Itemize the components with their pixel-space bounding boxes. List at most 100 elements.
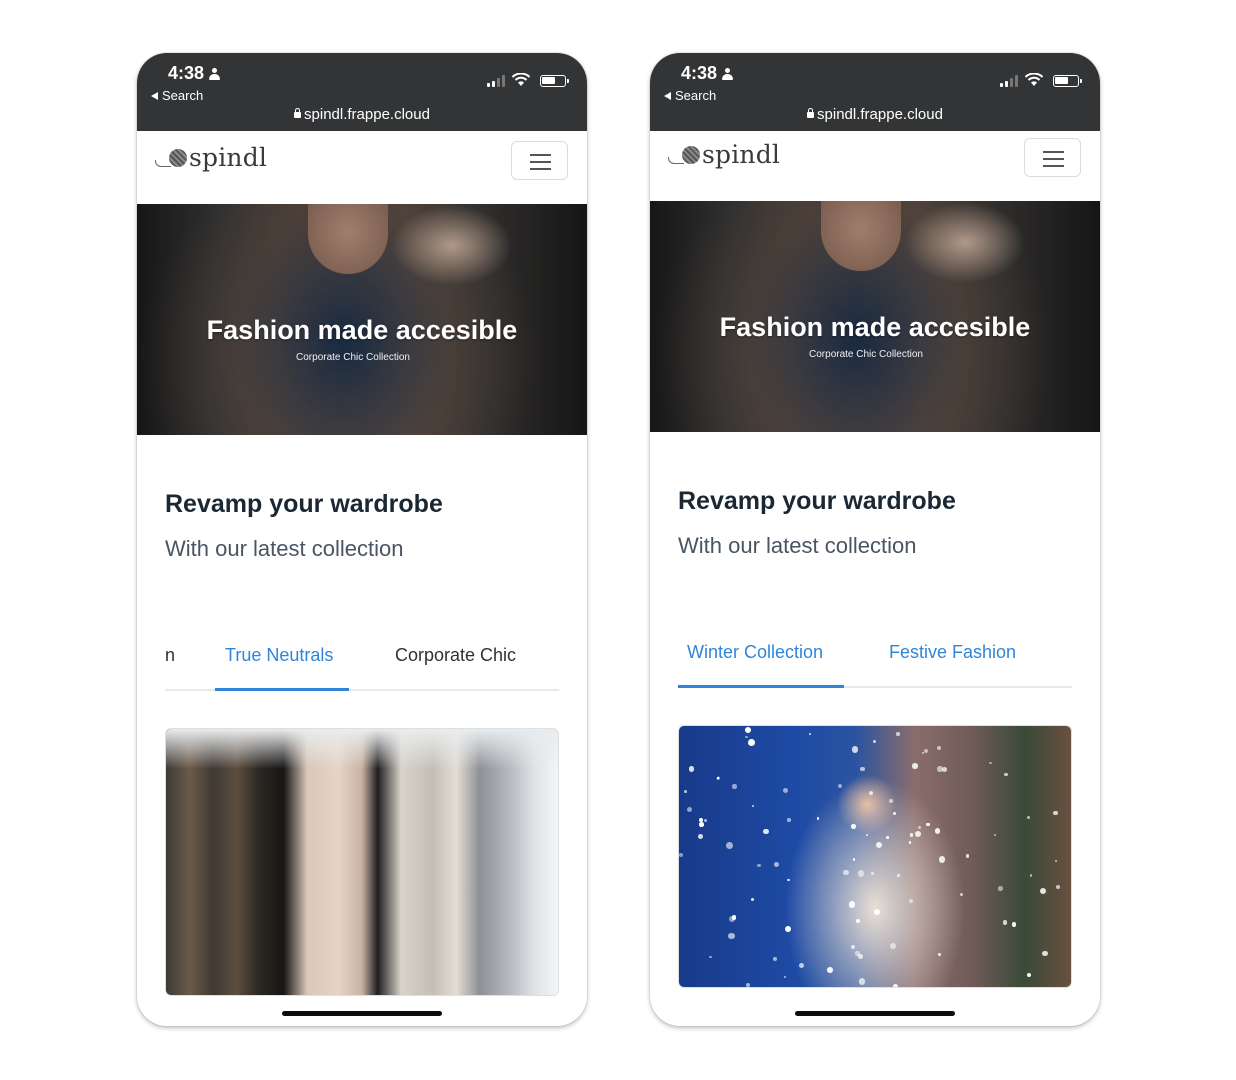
menu-toggle-button[interactable] bbox=[1024, 138, 1081, 177]
tab-corporate-chic[interactable]: Corporate Chic bbox=[395, 645, 516, 666]
snow-light-dot bbox=[855, 951, 860, 956]
snow-light-dot bbox=[757, 863, 761, 868]
snow-light-dot bbox=[1055, 884, 1060, 889]
snow-light-dot bbox=[744, 726, 751, 733]
snow-light-dot bbox=[851, 824, 856, 830]
snow-light-dot bbox=[942, 767, 948, 773]
tab-winter-collection[interactable]: Winter Collection bbox=[687, 642, 823, 663]
hero-banner: Fashion made accesible Corporate Chic Co… bbox=[137, 204, 587, 435]
status-bar: 4:38 Search spindl.frappe.cloud bbox=[137, 53, 587, 131]
snow-light-dot bbox=[872, 739, 877, 743]
address-bar[interactable]: spindl.frappe.cloud bbox=[137, 106, 587, 123]
snow-light-dot bbox=[1004, 772, 1009, 777]
snow-light-dot bbox=[908, 898, 914, 903]
snow-light-dot bbox=[1055, 860, 1058, 863]
snow-light-dot bbox=[918, 826, 921, 829]
site-logo[interactable]: spindl bbox=[668, 140, 780, 169]
snow-light-dot bbox=[921, 751, 925, 755]
snow-light-dot bbox=[857, 870, 865, 877]
snow-light-dot bbox=[697, 833, 704, 839]
home-indicator[interactable] bbox=[795, 1011, 955, 1016]
battery-icon bbox=[540, 75, 569, 87]
tab-true-neutrals[interactable]: True Neutrals bbox=[225, 645, 333, 666]
snow-light-dot bbox=[698, 817, 703, 822]
snow-light-dot bbox=[1002, 919, 1008, 925]
snow-light-dot bbox=[772, 956, 777, 962]
menu-toggle-button[interactable] bbox=[511, 141, 568, 180]
snow-light-dot bbox=[993, 833, 997, 836]
hero-title: Fashion made accesible bbox=[719, 312, 1031, 342]
snow-light-dot bbox=[889, 798, 894, 803]
snow-light-dot bbox=[908, 841, 912, 844]
hero-subtitle: Corporate Chic Collection bbox=[809, 349, 923, 360]
tab-festive-fashion[interactable]: Festive Fashion bbox=[889, 642, 1016, 663]
active-tab-indicator bbox=[215, 688, 349, 691]
snow-light-dot bbox=[679, 853, 684, 858]
snow-light-dot bbox=[816, 817, 820, 820]
snow-light-dot bbox=[745, 735, 748, 739]
collection-image-clothes-rack[interactable] bbox=[165, 728, 559, 996]
snow-light-dot bbox=[871, 872, 874, 875]
snow-light-dot bbox=[998, 886, 1003, 891]
cellular-signal-icon bbox=[1000, 75, 1018, 87]
hamburger-icon bbox=[1043, 151, 1064, 153]
snow-light-dot bbox=[988, 761, 992, 765]
snow-light-dot bbox=[855, 918, 860, 923]
snow-light-dot bbox=[896, 732, 900, 736]
snow-light-dot bbox=[937, 952, 941, 957]
section-title: Revamp your wardrobe bbox=[165, 490, 443, 518]
tab-partial[interactable]: n bbox=[165, 645, 175, 666]
snow-light-dot bbox=[860, 766, 865, 772]
hero-banner: Fashion made accesible Corporate Chic Co… bbox=[650, 201, 1100, 432]
snow-light-dot bbox=[1053, 810, 1058, 815]
section-title: Revamp your wardrobe bbox=[678, 487, 956, 515]
snow-light-dot bbox=[934, 828, 941, 834]
snow-light-dot bbox=[763, 828, 769, 835]
collection-tabs: Winter Collection Festive Fashion bbox=[678, 628, 1072, 688]
snow-light-dot bbox=[889, 942, 896, 950]
site-logo[interactable]: spindl bbox=[155, 143, 267, 172]
snow-light-dot bbox=[1039, 887, 1046, 894]
lock-icon bbox=[807, 108, 815, 118]
snow-light-dot bbox=[688, 766, 695, 772]
collection-image-winter[interactable] bbox=[678, 725, 1072, 988]
section-subtitle: With our latest collection bbox=[165, 536, 404, 561]
snow-light-dot bbox=[960, 892, 964, 897]
snow-light-dot bbox=[893, 812, 897, 815]
person-icon bbox=[722, 67, 734, 80]
snow-light-dot bbox=[910, 833, 914, 837]
snow-light-dot bbox=[732, 784, 737, 789]
snow-light-dot bbox=[897, 874, 900, 877]
snow-light-dot bbox=[827, 966, 833, 973]
home-indicator[interactable] bbox=[282, 1011, 442, 1016]
snow-light-dot bbox=[709, 955, 712, 959]
snow-light-dot bbox=[752, 805, 755, 808]
snow-light-dot bbox=[843, 869, 849, 875]
active-tab-indicator bbox=[678, 685, 844, 688]
back-to-search-button[interactable]: Search bbox=[151, 88, 203, 103]
snow-light-dot bbox=[1042, 950, 1049, 957]
snow-light-dot bbox=[926, 822, 930, 827]
snow-light-dot bbox=[851, 944, 856, 950]
snow-light-dot bbox=[915, 830, 922, 837]
site-navbar: spindl bbox=[650, 131, 1100, 201]
snow-light-dot bbox=[704, 818, 708, 822]
yarn-ball-icon bbox=[668, 143, 700, 167]
collection-tabs: n True Neutrals Corporate Chic bbox=[165, 631, 559, 691]
person-icon bbox=[209, 67, 221, 80]
section-subtitle: With our latest collection bbox=[678, 533, 917, 558]
yarn-ball-icon bbox=[155, 146, 187, 170]
snow-light-dot bbox=[1027, 815, 1031, 820]
phone-screen-left: 4:38 Search spindl.frappe.cloud spindl F… bbox=[137, 53, 587, 1026]
address-bar[interactable]: spindl.frappe.cloud bbox=[650, 106, 1100, 123]
snow-light-dot bbox=[874, 909, 880, 916]
back-arrow-icon bbox=[664, 91, 671, 100]
snow-light-dot bbox=[852, 858, 856, 861]
snow-light-dot bbox=[728, 933, 735, 940]
snow-light-dot bbox=[751, 897, 755, 901]
snow-light-dot bbox=[1029, 874, 1032, 877]
snow-light-dot bbox=[726, 841, 734, 849]
snow-light-dot bbox=[787, 878, 790, 882]
snow-light-dot bbox=[936, 745, 942, 751]
back-to-search-button[interactable]: Search bbox=[664, 88, 716, 103]
